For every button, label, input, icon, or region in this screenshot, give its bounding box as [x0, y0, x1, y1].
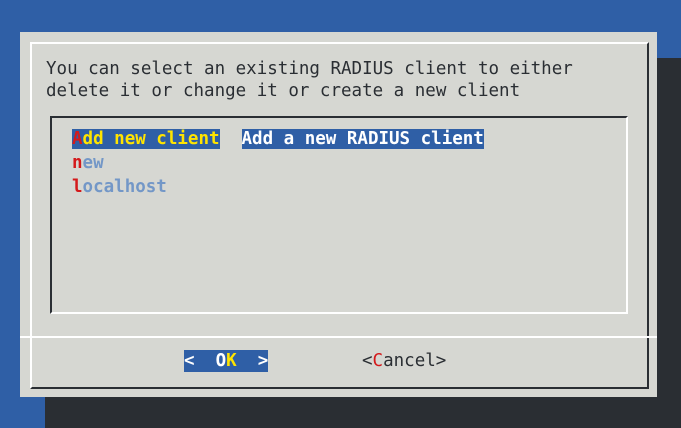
- ok-button-o: O: [215, 351, 227, 371]
- dialog-prompt: You can select an existing RADIUS client…: [46, 58, 656, 102]
- ok-button-right: >: [236, 351, 269, 371]
- cancel-button[interactable]: <Cancel>: [362, 350, 446, 372]
- prompt-line-1: You can select an existing RADIUS client…: [46, 59, 573, 79]
- menu-item-description: Add a new RADIUS client: [241, 129, 484, 149]
- button-separator: [20, 336, 657, 338]
- menu-item-label: dd new client: [82, 129, 220, 149]
- ok-button-hotkey: K: [226, 351, 237, 371]
- cancel-button-left: <: [362, 351, 373, 371]
- menu-item-tag: Add new client: [72, 129, 220, 149]
- menu-item-hotkey: l: [72, 177, 83, 197]
- radius-client-dialog: You can select an existing RADIUS client…: [20, 32, 657, 397]
- ok-button-left: <: [184, 351, 216, 371]
- menu-item-label: ew: [82, 153, 104, 173]
- menu-item-hotkey: A: [72, 129, 83, 149]
- menu-item-localhost[interactable]: localhost: [72, 176, 167, 198]
- cancel-button-right: ancel>: [383, 351, 447, 371]
- ok-button[interactable]: < OK >: [184, 350, 269, 372]
- prompt-line-2: delete it or change it or create a new c…: [46, 81, 521, 101]
- cancel-button-hotkey: C: [372, 351, 384, 371]
- menu-item-hotkey: n: [72, 153, 83, 173]
- menu-item-add-new-client[interactable]: Add new client Add a new RADIUS client: [72, 128, 484, 150]
- menu-item-new[interactable]: new: [72, 152, 104, 174]
- menu-item-label: ocalhost: [82, 177, 167, 197]
